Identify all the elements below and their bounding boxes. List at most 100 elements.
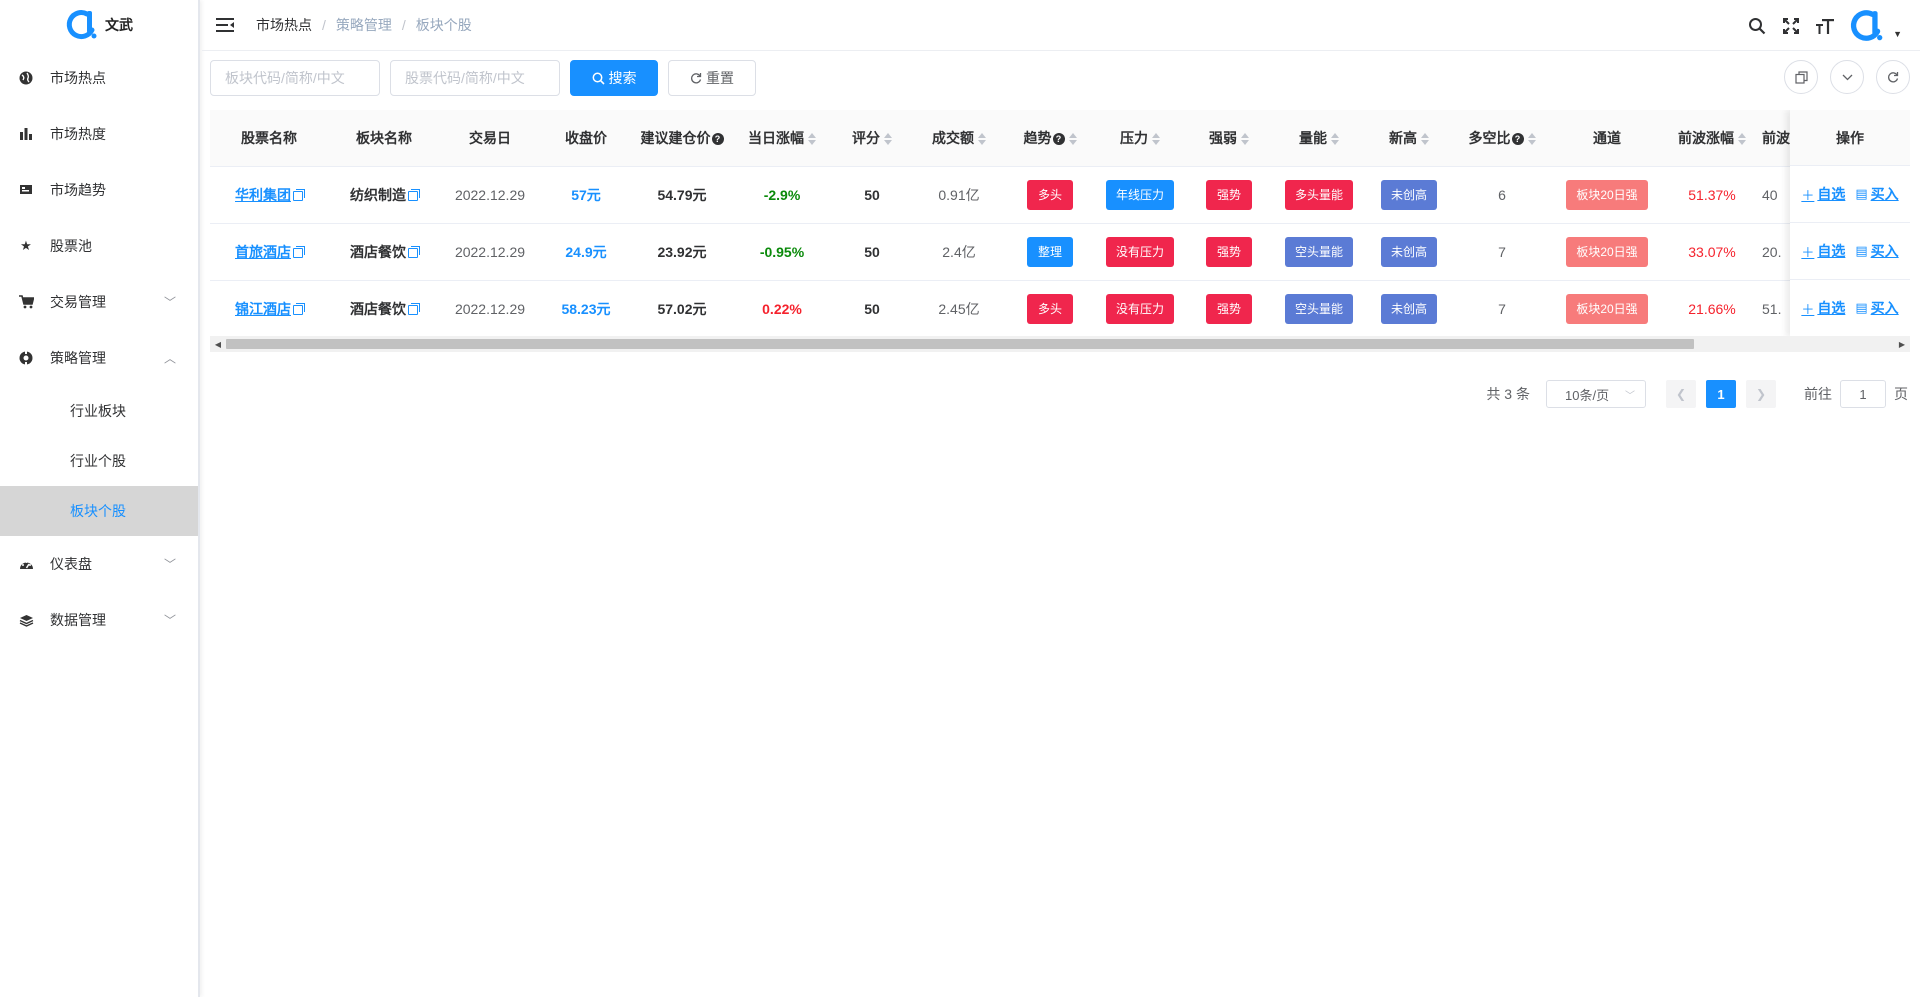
avatar[interactable] <box>1849 8 1885 44</box>
sort-icon[interactable] <box>1421 133 1429 146</box>
stock-name-link[interactable]: 华利集团 <box>235 187 291 203</box>
sort-icon[interactable] <box>978 133 986 146</box>
sidebar-item-market-hotspot[interactable]: 市场热点 <box>0 50 198 106</box>
sector-search-input[interactable] <box>210 60 380 96</box>
page-number-current[interactable]: 1 <box>1706 380 1736 408</box>
help-icon[interactable]: ? <box>1511 133 1524 146</box>
copy-icon[interactable] <box>408 245 420 258</box>
add-watchlist-button[interactable]: ＋自选 <box>1801 184 1845 204</box>
copy-icon[interactable] <box>293 302 305 315</box>
search-icon <box>592 72 605 85</box>
pagination: 共 3 条 10条/页 ﹀ ❮ 1 ❯ 前往 页 <box>1486 380 1908 408</box>
stock-name-cell: 华利集团 <box>210 166 328 224</box>
sort-icon[interactable] <box>1527 133 1536 146</box>
col-header-sortable[interactable]: 前波涨幅 <box>1662 110 1762 167</box>
scrollbar-thumb[interactable] <box>226 339 1694 349</box>
sidebar-item-label: 市场热点 <box>50 70 106 86</box>
refresh-icon[interactable] <box>1876 60 1910 94</box>
caret-down-icon[interactable]: ▼ <box>1893 29 1902 39</box>
col-header-sortable[interactable]: 当日涨幅 <box>732 110 832 167</box>
fullscreen-icon[interactable] <box>1781 16 1801 36</box>
sidebar-item-market-trend[interactable]: 市场趋势 <box>0 162 198 218</box>
scroll-right-icon[interactable]: ▶ <box>1894 336 1910 352</box>
col-header-sortable[interactable]: 趋势? <box>1006 110 1094 167</box>
channel-tag: 板块20日强 <box>1566 236 1648 267</box>
stock-search-input[interactable] <box>390 60 560 96</box>
col-header-sortable[interactable]: 压力 <box>1094 110 1186 167</box>
cart-icon <box>18 294 34 310</box>
sidebar-item-data-management[interactable]: 数据管理 ﹀ <box>0 592 198 648</box>
next-page-button[interactable]: ❯ <box>1746 380 1776 408</box>
stock-name-link[interactable]: 锦江酒店 <box>235 301 291 317</box>
add-watchlist-button[interactable]: ＋自选 <box>1801 241 1845 261</box>
sidebar-subitem-industry-sector[interactable]: 行业板块 <box>0 386 198 436</box>
sort-icon[interactable] <box>1331 133 1339 146</box>
suggest-price: 23.92元 <box>632 223 732 281</box>
stock-name-link[interactable]: 首旅酒店 <box>235 244 291 260</box>
col-header-sortable[interactable]: 量能 <box>1272 110 1366 167</box>
long-short-ratio: 6 <box>1452 166 1552 224</box>
sort-icon[interactable] <box>1068 133 1077 146</box>
sort-icon[interactable] <box>1241 133 1249 146</box>
goto-page-input[interactable] <box>1840 380 1886 408</box>
scroll-left-icon[interactable]: ◀ <box>210 336 226 352</box>
ops-row: ＋自选 ▤ 买入 <box>1790 223 1910 280</box>
strength-tag: 强势 <box>1206 236 1252 267</box>
stock-name-cell: 首旅酒店 <box>210 223 328 281</box>
search-icon[interactable] <box>1747 16 1767 36</box>
copy-icon[interactable] <box>293 245 305 258</box>
strategy-icon <box>18 350 34 366</box>
col-header-label: 当日涨幅 <box>748 129 804 146</box>
buy-button[interactable]: ▤ 买入 <box>1855 241 1898 261</box>
help-icon[interactable]: ? <box>711 133 724 146</box>
sidebar-subitem-sector-stock[interactable]: 板块个股 <box>0 486 198 536</box>
sidebar-item-strategy-management[interactable]: 策略管理 ︿ <box>0 330 198 386</box>
col-header-sortable[interactable]: 强弱 <box>1186 110 1272 167</box>
sidebar-item-dashboard[interactable]: 仪表盘 ﹀ <box>0 536 198 592</box>
chevron-down-icon: ﹀ <box>1625 390 1635 402</box>
copy-icon[interactable] <box>408 188 420 201</box>
breadcrumb-item[interactable]: 市场热点 <box>256 15 312 35</box>
monitor-icon <box>18 182 34 198</box>
reset-button[interactable]: 重置 <box>668 60 756 96</box>
prev-page-button[interactable]: ❮ <box>1666 380 1696 408</box>
col-header-sortable[interactable]: 新高 <box>1366 110 1452 167</box>
page-size-select[interactable]: 10条/页 ﹀ <box>1546 380 1646 408</box>
sort-icon[interactable] <box>1152 133 1160 146</box>
col-header-label: 趋势 <box>1023 129 1052 146</box>
breadcrumb-item[interactable]: 策略管理 <box>336 15 392 35</box>
chevron-down-icon[interactable] <box>1830 60 1864 94</box>
font-size-icon[interactable] <box>1815 16 1835 36</box>
sort-icon[interactable] <box>1738 133 1746 146</box>
sort-icon[interactable] <box>808 133 816 146</box>
goto-label: 前往 <box>1804 386 1832 402</box>
sidebar-subitem-industry-stock[interactable]: 行业个股 <box>0 436 198 486</box>
strength-tag: 强势 <box>1206 293 1252 324</box>
horizontal-scrollbar[interactable]: ◀ ▶ <box>210 336 1910 352</box>
sector-name-cell: 纺织制造 <box>328 166 440 224</box>
sort-icon[interactable] <box>884 133 892 146</box>
buy-button[interactable]: ▤ 买入 <box>1855 298 1898 318</box>
menu-toggle-icon[interactable] <box>216 17 234 33</box>
buy-button[interactable]: ▤ 买入 <box>1855 184 1898 204</box>
col-header-sortable[interactable]: 成交额 <box>912 110 1006 167</box>
page-suffix: 页 <box>1894 386 1908 402</box>
plus-icon: ＋ <box>1801 244 1815 260</box>
logo[interactable]: 文武 <box>0 0 198 50</box>
search-toolbar: 搜索 重置 <box>210 60 1910 96</box>
col-header-label: 建议建仓价 <box>640 129 711 146</box>
add-watchlist-button[interactable]: ＋自选 <box>1801 298 1845 318</box>
channel-tag: 板块20日强 <box>1566 179 1648 210</box>
sidebar-item-stock-pool[interactable]: ★ 股票池 <box>0 218 198 274</box>
sidebar-item-market-heat[interactable]: 市场热度 <box>0 106 198 162</box>
search-button[interactable]: 搜索 <box>570 60 658 96</box>
copy-icon[interactable] <box>293 188 305 201</box>
help-icon[interactable]: ? <box>1052 133 1065 146</box>
prev-wave: 40 <box>1762 166 1792 224</box>
sidebar-item-trade-management[interactable]: 交易管理 ﹀ <box>0 274 198 330</box>
col-header-label: 多空比 <box>1468 129 1511 146</box>
copy-icon[interactable] <box>408 302 420 315</box>
col-header-sortable[interactable]: 多空比? <box>1452 110 1552 167</box>
copy-icon[interactable] <box>1784 60 1818 94</box>
col-header-sortable[interactable]: 评分 <box>832 110 912 167</box>
